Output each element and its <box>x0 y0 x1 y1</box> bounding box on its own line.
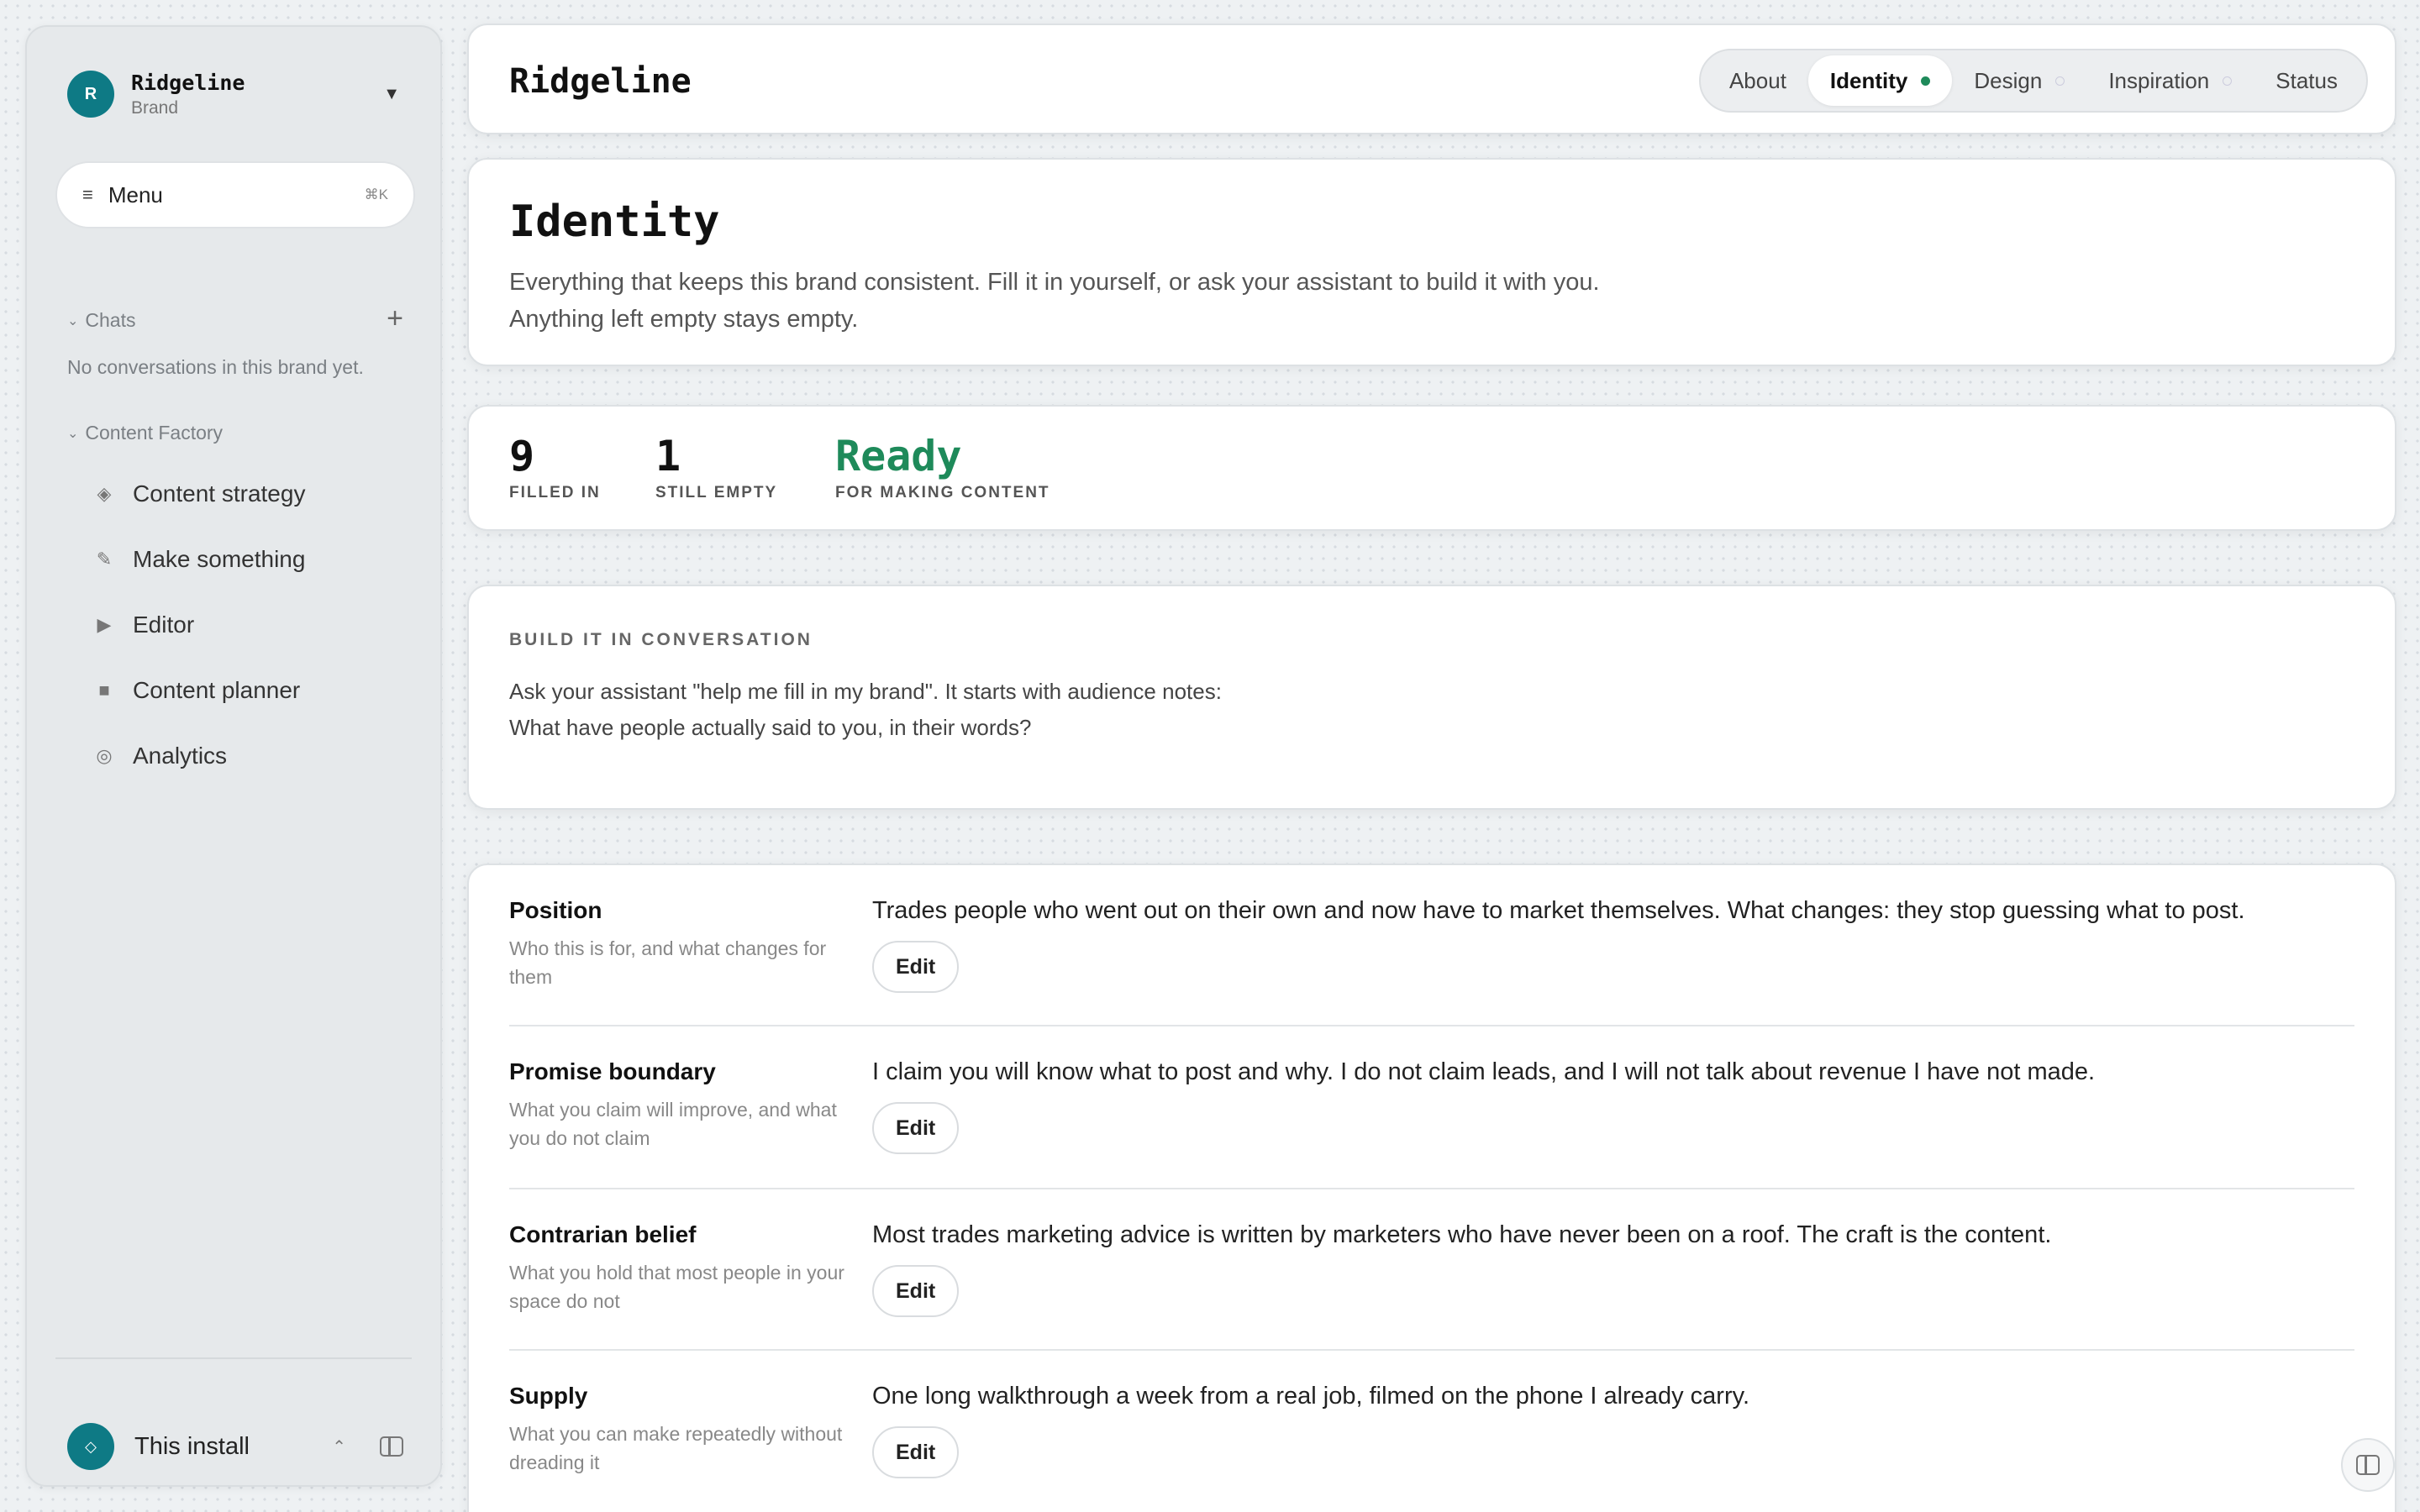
chats-empty-note: No conversations in this brand yet. <box>67 356 364 378</box>
tab-label: Design <box>1974 67 2043 93</box>
menu-label: Menu <box>108 181 163 207</box>
description-line-1: Everything that keeps this brand consist… <box>509 269 1600 296</box>
diamond-icon: ◈ <box>97 483 112 504</box>
build-in-conversation-card: BUILD IT IN CONVERSATION Ask your assist… <box>467 585 2396 810</box>
stat-label: STILL EMPTY <box>655 484 778 501</box>
edit-button[interactable]: Edit <box>872 1426 960 1478</box>
tab-bar: About Identity Design Inspiration Status <box>1698 49 2368 113</box>
field-description: What you claim will improve, and what yo… <box>509 1099 837 1149</box>
tab-about[interactable]: About <box>1707 55 1808 106</box>
empty-status-dot-icon <box>2055 76 2065 86</box>
install-label: This install <box>134 1432 250 1460</box>
nav-editor[interactable]: ▶ Editor <box>86 600 195 650</box>
chevron-up-icon[interactable]: ⌃ <box>332 1436 346 1457</box>
nav-label: Content strategy <box>133 480 306 507</box>
content-factory-section-toggle[interactable]: ⌄ Content Factory <box>67 422 223 444</box>
page-title: Ridgeline <box>509 62 692 101</box>
nav-content-strategy[interactable]: ◈ Content strategy <box>86 469 306 519</box>
description-line-2: Anything left empty stays empty. <box>509 306 859 333</box>
tab-identity[interactable]: Identity <box>1807 55 1953 106</box>
edit-button[interactable]: Edit <box>872 1102 960 1154</box>
body-line-1: Ask your assistant "help me fill in my b… <box>509 679 1222 704</box>
card-body: Ask your assistant "help me fill in my b… <box>509 674 1854 746</box>
field-description: Who this is for, and what changes for th… <box>509 937 827 988</box>
top-bar: Ridgeline About Identity Design Inspirat… <box>467 24 2396 134</box>
brand-name: Ridgeline <box>131 70 245 95</box>
stat-filled: 9 FILLED IN <box>509 432 601 502</box>
field-value: I claim you will know what to post and w… <box>872 1058 2096 1085</box>
square-icon: ■ <box>98 680 110 701</box>
nav-content-planner[interactable]: ■ Content planner <box>86 665 300 716</box>
brand-subtitle: Brand <box>131 97 179 118</box>
card-heading: BUILD IT IN CONVERSATION <box>509 630 813 649</box>
field-name: Supply <box>509 1383 588 1409</box>
side-panel-toggle-button[interactable] <box>2341 1438 2395 1492</box>
section-title: Identity <box>509 197 720 247</box>
stats-card: 9 FILLED IN 1 STILL EMPTY Ready FOR MAKI… <box>467 405 2396 531</box>
sidebar: R Ridgeline Brand ▼ ≡ Menu ⌘K ⌄ Chats + … <box>25 25 442 1487</box>
install-diamond-icon: ◇ <box>67 1423 114 1470</box>
chevron-down-icon[interactable]: ▼ <box>383 85 400 104</box>
edit-button[interactable]: Edit <box>872 1265 960 1317</box>
field-description: What you hold that most people in your s… <box>509 1262 844 1312</box>
identity-intro-card: Identity Everything that keeps this bran… <box>467 158 2396 366</box>
field-divider <box>509 1025 2354 1026</box>
tab-label: About <box>1728 67 1786 93</box>
chevron-down-icon: ⌄ <box>67 313 79 328</box>
tab-design[interactable]: Design <box>1952 55 2086 106</box>
identity-fields-card: Position Who this is for, and what chang… <box>467 864 2396 1512</box>
field-divider <box>509 1188 2354 1189</box>
edit-button[interactable]: Edit <box>872 941 960 993</box>
panel-icon <box>2356 1455 2380 1475</box>
field-value: Most trades marketing advice is written … <box>872 1221 2052 1248</box>
nav-analytics[interactable]: ◎ Analytics <box>86 731 227 781</box>
stat-ready: Ready FOR MAKING CONTENT <box>835 432 1050 502</box>
field-value: One long walkthrough a week from a real … <box>872 1383 1750 1410</box>
menu-shortcut: ⌘K <box>364 186 388 202</box>
nav-label: Content planner <box>133 677 301 703</box>
active-status-dot-icon <box>1921 76 1931 86</box>
stat-empty: 1 STILL EMPTY <box>655 432 777 502</box>
brand-switcher[interactable]: R Ridgeline Brand ▼ <box>67 67 400 121</box>
new-chat-plus-icon[interactable]: + <box>387 304 403 333</box>
tab-label: Status <box>2275 67 2338 93</box>
content-factory-heading: Content Factory <box>85 422 224 444</box>
nav-label: Editor <box>133 612 195 638</box>
stat-value: 9 <box>509 432 535 480</box>
play-icon: ▶ <box>97 614 112 635</box>
menu-button[interactable]: ≡ Menu ⌘K <box>55 161 415 228</box>
pencil-icon: ✎ <box>96 549 113 570</box>
chats-heading: Chats <box>85 309 136 331</box>
field-name: Position <box>509 897 602 923</box>
install-switcher[interactable]: ◇ This install ⌃ <box>67 1421 403 1472</box>
stat-value: 1 <box>655 432 681 480</box>
stat-label: FOR MAKING CONTENT <box>835 484 1050 501</box>
tab-label: Inspiration <box>2108 67 2210 93</box>
chats-section-toggle[interactable]: ⌄ Chats <box>67 309 136 332</box>
field-name: Promise boundary <box>509 1058 716 1084</box>
circle-icon: ◎ <box>96 745 113 766</box>
section-description: Everything that keeps this brand consist… <box>509 264 1770 338</box>
sidebar-divider <box>55 1357 412 1359</box>
field-divider <box>509 1349 2354 1351</box>
field-description: What you can make repeatedly without dre… <box>509 1423 843 1473</box>
stat-value: Ready <box>835 432 962 480</box>
nav-label: Analytics <box>133 743 228 769</box>
brand-avatar: R <box>67 71 114 118</box>
field-value: Trades people who went out on their own … <box>872 897 2245 924</box>
empty-status-dot-icon <box>2223 76 2233 86</box>
nav-label: Make something <box>133 546 306 572</box>
field-name: Contrarian belief <box>509 1221 697 1247</box>
body-line-2: What have people actually said to you, i… <box>509 715 1032 740</box>
tab-status[interactable]: Status <box>2254 55 2360 106</box>
nav-make-something[interactable]: ✎ Make something <box>86 534 306 585</box>
sidebar-toggle-icon[interactable] <box>380 1436 403 1457</box>
hamburger-icon: ≡ <box>82 184 93 205</box>
tab-label: Identity <box>1829 67 1908 93</box>
chevron-down-icon: ⌄ <box>67 426 79 441</box>
tab-inspiration[interactable]: Inspiration <box>2086 55 2254 106</box>
stat-label: FILLED IN <box>509 484 601 501</box>
